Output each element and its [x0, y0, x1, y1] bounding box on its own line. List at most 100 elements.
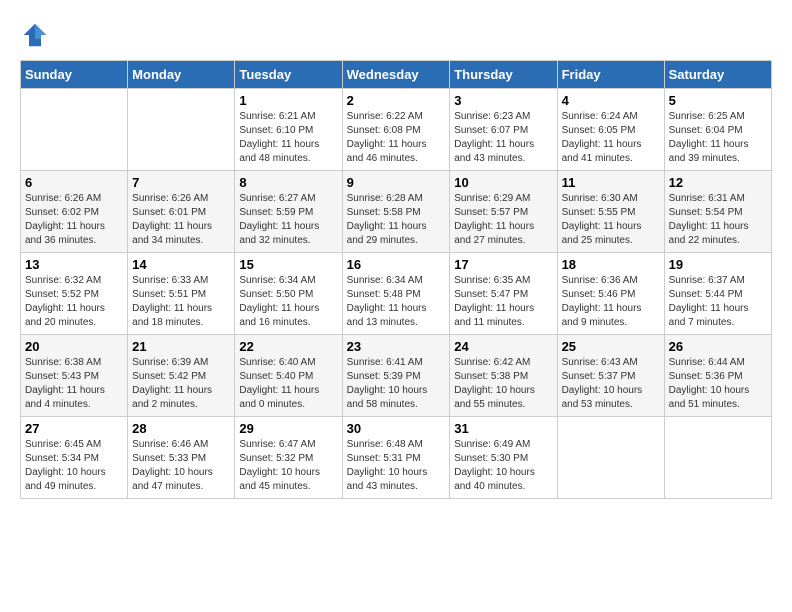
day-number: 24 [454, 339, 552, 354]
day-info: Sunrise: 6:44 AM Sunset: 5:36 PM Dayligh… [669, 356, 767, 412]
day-info: Sunrise: 6:25 AM Sunset: 6:04 PM Dayligh… [669, 110, 767, 166]
day-info: Sunrise: 6:36 AM Sunset: 5:46 PM Dayligh… [562, 274, 660, 330]
calendar-cell: 17Sunrise: 6:35 AM Sunset: 5:47 PM Dayli… [450, 253, 557, 335]
day-number: 28 [132, 421, 230, 436]
calendar-cell: 23 Sunrise: 6:41 AM Sunset: 5:39 PM Dayli… [342, 335, 450, 417]
day-info: Sunrise: 6:40 AM Sunset: 5:40 PM Dayligh… [239, 356, 337, 412]
calendar-cell: 20 Sunrise: 6:38 AM Sunset: 5:43 PM Dayli… [21, 335, 128, 417]
calendar-cell: 11 Sunrise: 6:30 AM Sunset: 5:55 PM Dayli… [557, 171, 664, 253]
calendar-cell: 9 Sunrise: 6:28 AM Sunset: 5:58 PM Daylig… [342, 171, 450, 253]
day-number: 6 [25, 175, 123, 190]
day-number: 9 [347, 175, 446, 190]
day-info: Sunrise: 6:27 AM Sunset: 5:59 PM Dayligh… [239, 192, 337, 248]
day-number: 3 [454, 93, 552, 108]
day-of-week-header: Saturday [664, 61, 771, 89]
calendar-cell [21, 89, 128, 171]
day-info: Sunrise: 6:24 AM Sunset: 6:05 PM Dayligh… [562, 110, 660, 166]
calendar-week-row: 20 Sunrise: 6:38 AM Sunset: 5:43 PM Dayli… [21, 335, 772, 417]
calendar-cell: 18 Sunrise: 6:36 AM Sunset: 5:46 PM Dayli… [557, 253, 664, 335]
logo [20, 20, 54, 50]
day-number: 8 [239, 175, 337, 190]
day-info: Sunrise: 6:47 AM Sunset: 5:32 PM Dayligh… [239, 438, 337, 494]
day-number: 29 [239, 421, 337, 436]
calendar-cell: 24 Sunrise: 6:42 AM Sunset: 5:38 PM Dayli… [450, 335, 557, 417]
calendar-cell [557, 417, 664, 499]
calendar-cell: 8 Sunrise: 6:27 AM Sunset: 5:59 PM Daylig… [235, 171, 342, 253]
day-info: Sunrise: 6:29 AM Sunset: 5:57 PM Dayligh… [454, 192, 552, 248]
calendar-cell: 7 Sunrise: 6:26 AM Sunset: 6:01 PM Daylig… [128, 171, 235, 253]
calendar-body: 1Sunrise: 6:21 AM Sunset: 6:10 PM Daylig… [21, 89, 772, 499]
day-info: Sunrise: 6:39 AM Sunset: 5:42 PM Dayligh… [132, 356, 230, 412]
day-number: 18 [562, 257, 660, 272]
day-info: Sunrise: 6:32 AM Sunset: 5:52 PM Dayligh… [25, 274, 123, 330]
day-number: 21 [132, 339, 230, 354]
day-of-week-header: Sunday [21, 61, 128, 89]
day-number: 31 [454, 421, 552, 436]
calendar-cell: 21 Sunrise: 6:39 AM Sunset: 5:42 PM Dayli… [128, 335, 235, 417]
day-info: Sunrise: 6:28 AM Sunset: 5:58 PM Dayligh… [347, 192, 446, 248]
day-of-week-header: Friday [557, 61, 664, 89]
day-info: Sunrise: 6:26 AM Sunset: 6:02 PM Dayligh… [25, 192, 123, 248]
day-info: Sunrise: 6:46 AM Sunset: 5:33 PM Dayligh… [132, 438, 230, 494]
day-number: 26 [669, 339, 767, 354]
logo-icon [20, 20, 50, 50]
day-number: 7 [132, 175, 230, 190]
day-number: 10 [454, 175, 552, 190]
day-number: 4 [562, 93, 660, 108]
calendar-cell: 3 Sunrise: 6:23 AM Sunset: 6:07 PM Daylig… [450, 89, 557, 171]
day-number: 14 [132, 257, 230, 272]
calendar-cell: 30Sunrise: 6:48 AM Sunset: 5:31 PM Dayli… [342, 417, 450, 499]
calendar-week-row: 6 Sunrise: 6:26 AM Sunset: 6:02 PM Daylig… [21, 171, 772, 253]
day-number: 23 [347, 339, 446, 354]
day-number: 22 [239, 339, 337, 354]
day-info: Sunrise: 6:21 AM Sunset: 6:10 PM Dayligh… [239, 110, 337, 166]
day-number: 16 [347, 257, 446, 272]
day-number: 20 [25, 339, 123, 354]
page-header [20, 20, 772, 50]
day-number: 27 [25, 421, 123, 436]
day-info: Sunrise: 6:41 AM Sunset: 5:39 PM Dayligh… [347, 356, 446, 412]
calendar-cell: 5 Sunrise: 6:25 AM Sunset: 6:04 PM Daylig… [664, 89, 771, 171]
calendar-cell [664, 417, 771, 499]
calendar-cell: 4 Sunrise: 6:24 AM Sunset: 6:05 PM Daylig… [557, 89, 664, 171]
day-info: Sunrise: 6:43 AM Sunset: 5:37 PM Dayligh… [562, 356, 660, 412]
day-info: Sunrise: 6:37 AM Sunset: 5:44 PM Dayligh… [669, 274, 767, 330]
calendar-cell: 13Sunrise: 6:32 AM Sunset: 5:52 PM Dayli… [21, 253, 128, 335]
calendar-cell: 16 Sunrise: 6:34 AM Sunset: 5:48 PM Dayli… [342, 253, 450, 335]
day-of-week-header: Wednesday [342, 61, 450, 89]
day-of-week-header: Thursday [450, 61, 557, 89]
calendar-cell: 29 Sunrise: 6:47 AM Sunset: 5:32 PM Dayli… [235, 417, 342, 499]
day-of-week-header: Tuesday [235, 61, 342, 89]
calendar-week-row: 13Sunrise: 6:32 AM Sunset: 5:52 PM Dayli… [21, 253, 772, 335]
calendar-cell: 2 Sunrise: 6:22 AM Sunset: 6:08 PM Daylig… [342, 89, 450, 171]
calendar-cell: 22 Sunrise: 6:40 AM Sunset: 5:40 PM Dayli… [235, 335, 342, 417]
day-info: Sunrise: 6:33 AM Sunset: 5:51 PM Dayligh… [132, 274, 230, 330]
day-number: 5 [669, 93, 767, 108]
day-number: 15 [239, 257, 337, 272]
calendar-cell: 12 Sunrise: 6:31 AM Sunset: 5:54 PM Dayli… [664, 171, 771, 253]
day-info: Sunrise: 6:31 AM Sunset: 5:54 PM Dayligh… [669, 192, 767, 248]
day-number: 30 [347, 421, 446, 436]
day-number: 2 [347, 93, 446, 108]
day-info: Sunrise: 6:38 AM Sunset: 5:43 PM Dayligh… [25, 356, 123, 412]
day-info: Sunrise: 6:34 AM Sunset: 5:48 PM Dayligh… [347, 274, 446, 330]
calendar-cell: 1Sunrise: 6:21 AM Sunset: 6:10 PM Daylig… [235, 89, 342, 171]
day-info: Sunrise: 6:26 AM Sunset: 6:01 PM Dayligh… [132, 192, 230, 248]
day-number: 12 [669, 175, 767, 190]
day-number: 11 [562, 175, 660, 190]
calendar-cell: 6 Sunrise: 6:26 AM Sunset: 6:02 PM Daylig… [21, 171, 128, 253]
day-info: Sunrise: 6:35 AM Sunset: 5:47 PM Dayligh… [454, 274, 552, 330]
day-number: 19 [669, 257, 767, 272]
calendar-cell: 15Sunrise: 6:34 AM Sunset: 5:50 PM Dayli… [235, 253, 342, 335]
day-info: Sunrise: 6:23 AM Sunset: 6:07 PM Dayligh… [454, 110, 552, 166]
calendar-week-row: 27Sunrise: 6:45 AM Sunset: 5:34 PM Dayli… [21, 417, 772, 499]
calendar-cell: 27Sunrise: 6:45 AM Sunset: 5:34 PM Dayli… [21, 417, 128, 499]
calendar-week-row: 1Sunrise: 6:21 AM Sunset: 6:10 PM Daylig… [21, 89, 772, 171]
day-info: Sunrise: 6:30 AM Sunset: 5:55 PM Dayligh… [562, 192, 660, 248]
day-number: 25 [562, 339, 660, 354]
day-info: Sunrise: 6:22 AM Sunset: 6:08 PM Dayligh… [347, 110, 446, 166]
calendar-cell: 10 Sunrise: 6:29 AM Sunset: 5:57 PM Dayli… [450, 171, 557, 253]
calendar-cell: 28 Sunrise: 6:46 AM Sunset: 5:33 PM Dayli… [128, 417, 235, 499]
day-info: Sunrise: 6:42 AM Sunset: 5:38 PM Dayligh… [454, 356, 552, 412]
calendar-cell: 31Sunrise: 6:49 AM Sunset: 5:30 PM Dayli… [450, 417, 557, 499]
